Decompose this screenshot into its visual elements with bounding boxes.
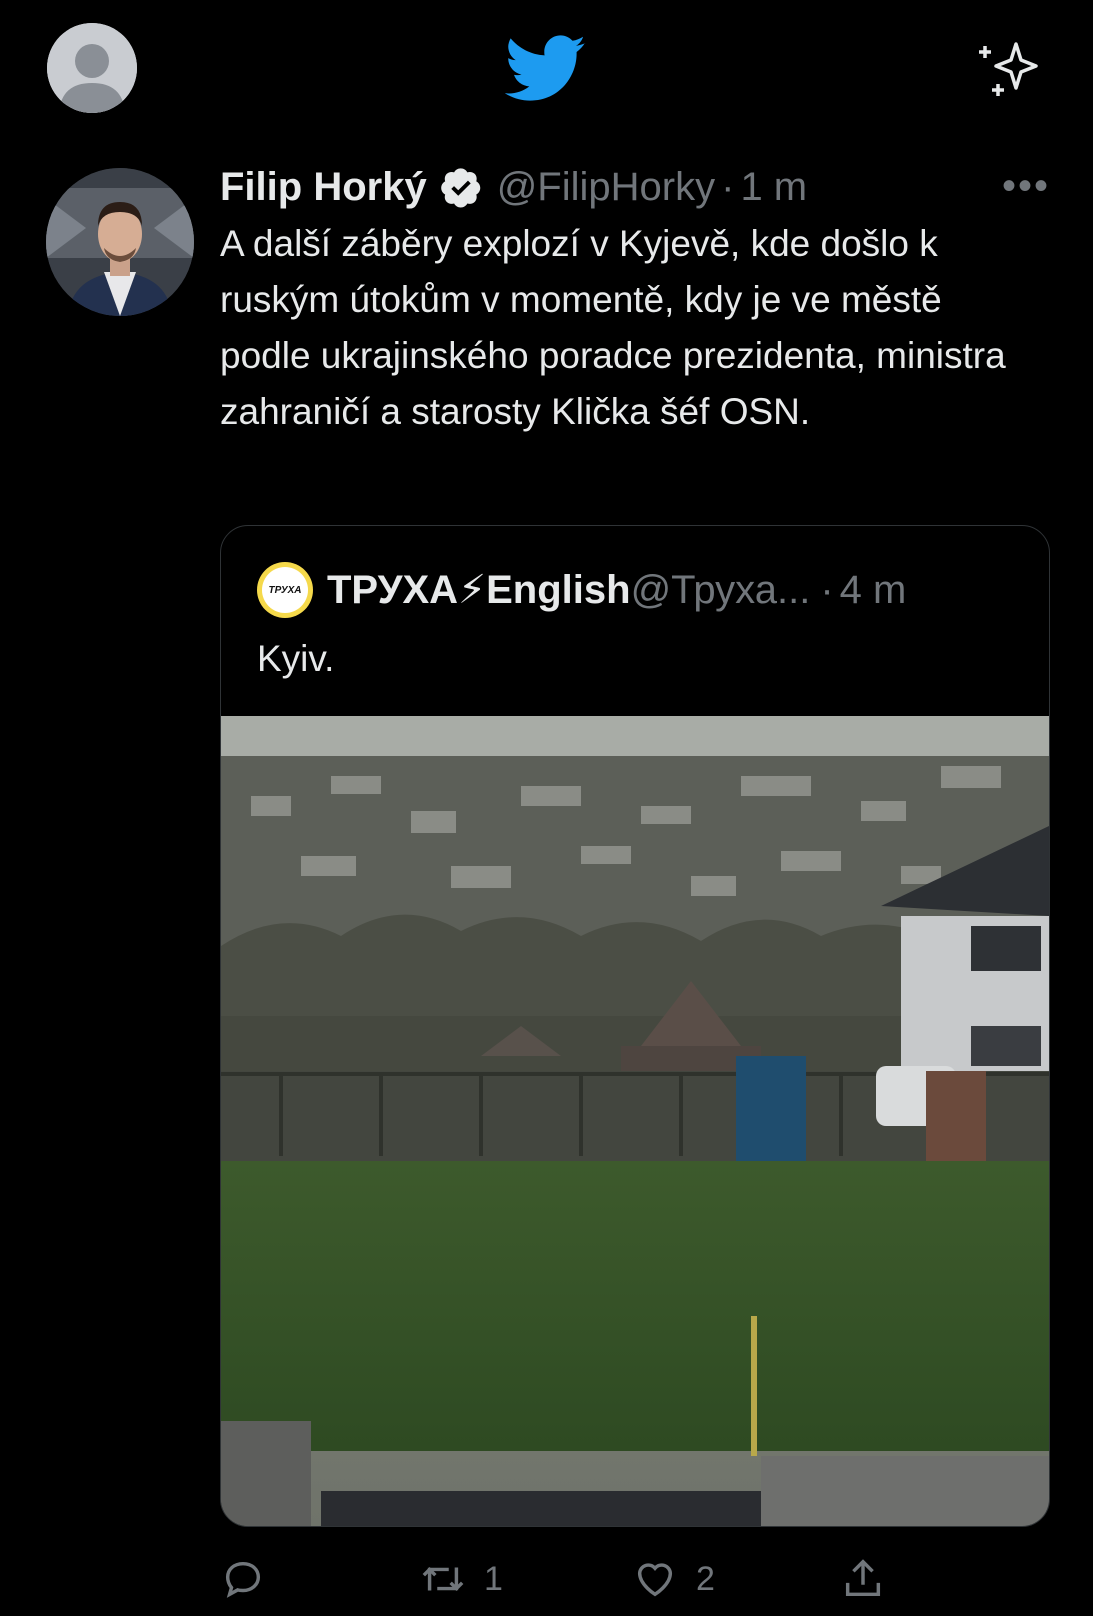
- tweet-header: Filip Horký @FilipHorky · 1 m: [220, 160, 1050, 214]
- author-handle[interactable]: @FilipHorky: [497, 165, 715, 210]
- verified-badge-icon: [440, 168, 480, 208]
- retweet-button[interactable]: 1: [420, 1556, 503, 1602]
- tweet-text: A další záběry explozí v Kyjevě, kde doš…: [220, 223, 1006, 432]
- reply-button[interactable]: [220, 1556, 284, 1602]
- quoted-author-name: ТРУХА⚡English: [327, 568, 631, 612]
- quoted-tweet-header: ТРУХА ТРУХА⚡English @Труха... · 4 m: [257, 560, 906, 620]
- author-photo: [46, 168, 194, 316]
- author-avatar[interactable]: [46, 168, 194, 316]
- like-button[interactable]: 2: [632, 1556, 715, 1602]
- more-options-icon[interactable]: •••: [1002, 164, 1050, 209]
- reply-icon: [225, 1561, 261, 1598]
- share-button[interactable]: [840, 1556, 886, 1602]
- twitter-bird-icon[interactable]: [505, 35, 587, 103]
- quoted-author-handle: @Труха...: [630, 567, 811, 612]
- sparkle-icon[interactable]: [978, 36, 1046, 104]
- profile-avatar[interactable]: [47, 23, 137, 113]
- retweet-count: 1: [484, 1560, 503, 1598]
- retweet-icon: [422, 1566, 464, 1592]
- author-name[interactable]: Filip Horký: [220, 165, 427, 210]
- tweet-body: Filip Horký @FilipHorky · 1 m ••• A dalš…: [220, 160, 1050, 440]
- tweet-actions: 1 2: [220, 1556, 1020, 1616]
- quoted-tweet-text: Kyiv.: [257, 638, 335, 679]
- separator-dot: ·: [721, 164, 735, 209]
- quoted-tweet-time: 4 m: [839, 567, 907, 612]
- top-bar: [0, 0, 1093, 140]
- like-count: 2: [696, 1560, 715, 1598]
- quoted-tweet[interactable]: ТРУХА ТРУХА⚡English @Труха... · 4 m Kyiv…: [220, 525, 1050, 1527]
- quoted-author-avatar[interactable]: ТРУХА: [257, 562, 313, 618]
- separator-dot: ·: [820, 567, 834, 612]
- heart-icon: [637, 1563, 673, 1597]
- default-avatar-icon: [47, 23, 137, 113]
- video-thumbnail[interactable]: [221, 716, 1049, 1526]
- tweet-time[interactable]: 1 m: [740, 165, 807, 210]
- share-icon: [845, 1559, 881, 1597]
- quoted-avatar-logo: ТРУХА: [262, 567, 308, 613]
